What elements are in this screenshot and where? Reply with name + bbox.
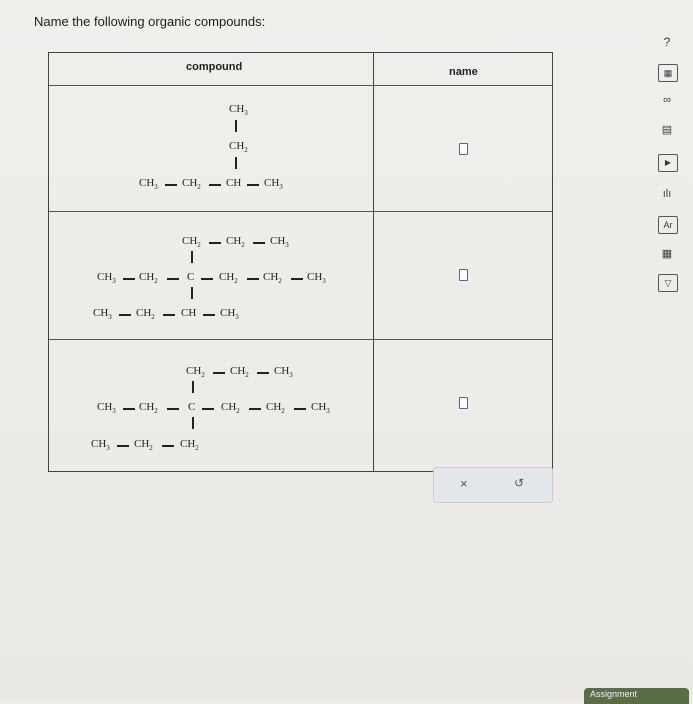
group-ch3: CH3: [229, 103, 248, 117]
group-ch3: CH3: [274, 365, 293, 379]
bond-horizontal: [123, 408, 135, 410]
group-ch3: CH3: [220, 307, 239, 321]
bond-horizontal: [119, 314, 131, 316]
bond-horizontal: [167, 408, 179, 410]
assignment-tab[interactable]: Assignment: [584, 688, 689, 704]
infinity-icon[interactable]: ∞: [658, 92, 676, 108]
bond-horizontal: [291, 278, 303, 280]
group-ch3: CH3: [139, 177, 158, 191]
group-ch2: CH2: [182, 235, 201, 249]
clear-button[interactable]: ×: [460, 476, 468, 491]
column-divider: [373, 53, 374, 471]
bond-horizontal: [165, 184, 177, 186]
bond-horizontal: [162, 445, 174, 447]
bond-horizontal: [213, 372, 225, 374]
chart-icon[interactable]: ılı: [658, 186, 676, 202]
page: Name the following organic compounds: co…: [0, 0, 693, 704]
group-ch3: CH3: [91, 438, 110, 452]
bond-horizontal: [209, 184, 221, 186]
group-ch2: CH2: [186, 365, 205, 379]
mail-icon[interactable]: ▽: [658, 274, 678, 292]
name-input-3[interactable]: [459, 397, 468, 409]
group-ch3: CH3: [270, 235, 289, 249]
group-ch3: CH3: [97, 401, 116, 415]
carbon-center: C: [188, 401, 196, 413]
bond-horizontal: [257, 372, 269, 374]
group-ch2: CH2: [226, 235, 245, 249]
group-ch: CH: [226, 177, 242, 189]
carbon-center: C: [187, 271, 195, 283]
group-ch2: CH2: [263, 271, 282, 285]
calculator-icon[interactable]: ▦: [658, 64, 678, 82]
compound-table: compound name CH3 CH2 CH3 CH2 CH CH3 CH2…: [48, 52, 553, 472]
group-ch3: CH3: [264, 177, 283, 191]
structure-1: CH3 CH2 CH3 CH2 CH CH3: [49, 85, 373, 211]
bond-horizontal: [253, 242, 265, 244]
video-icon[interactable]: ▶: [658, 154, 678, 172]
bond-horizontal: [203, 314, 215, 316]
group-ch3: CH3: [311, 401, 330, 415]
group-ch2: CH2: [136, 307, 155, 321]
undo-button[interactable]: ↺: [514, 476, 524, 490]
group-ch2: CH2: [180, 438, 199, 452]
bond-horizontal: [123, 278, 135, 280]
bond-horizontal: [294, 408, 306, 410]
bond-horizontal: [202, 408, 214, 410]
structure-2: CH2 CH2 CH3 CH3 CH2 C CH2 CH2 CH3 CH3 CH…: [49, 211, 373, 339]
bond-horizontal: [247, 278, 259, 280]
group-ch2: CH2: [134, 438, 153, 452]
bond-vertical: [192, 417, 194, 429]
grid-icon[interactable]: ▦: [658, 246, 676, 262]
bond-vertical: [235, 120, 237, 132]
name-input-2[interactable]: [459, 269, 468, 281]
bond-vertical: [235, 157, 237, 169]
group-ch2: CH2: [229, 140, 248, 154]
group-ch2: CH2: [266, 401, 285, 415]
name-input-1[interactable]: [459, 143, 468, 155]
bond-horizontal: [209, 242, 221, 244]
group-ch3: CH3: [307, 271, 326, 285]
question-prompt: Name the following organic compounds:: [34, 14, 266, 29]
group-ch3: CH3: [93, 307, 112, 321]
group-ch2: CH2: [219, 271, 238, 285]
header-name: name: [449, 66, 478, 78]
group-ch2: CH2: [139, 401, 158, 415]
bond-horizontal: [249, 408, 261, 410]
structure-3: CH2 CH2 CH3 CH3 CH2 C CH2 CH2 CH3 CH3 CH…: [49, 339, 373, 471]
group-ch2: CH2: [139, 271, 158, 285]
group-ch3: CH3: [97, 271, 116, 285]
group-ch: CH: [181, 307, 197, 319]
notes-icon[interactable]: ▤: [658, 122, 676, 138]
bond-horizontal: [201, 278, 213, 280]
bond-vertical: [192, 381, 194, 393]
group-ch2: CH2: [230, 365, 249, 379]
answer-actions: × ↺: [433, 467, 553, 503]
group-ch2: CH2: [182, 177, 201, 191]
bond-vertical: [191, 287, 193, 299]
bond-horizontal: [163, 314, 175, 316]
help-icon[interactable]: ?: [658, 34, 676, 50]
bond-horizontal: [167, 278, 179, 280]
bond-vertical: [191, 251, 193, 263]
periodic-table-icon[interactable]: Ar: [658, 216, 678, 234]
bond-horizontal: [117, 445, 129, 447]
group-ch2: CH2: [221, 401, 240, 415]
header-compound: compound: [186, 61, 243, 73]
bond-horizontal: [247, 184, 259, 186]
